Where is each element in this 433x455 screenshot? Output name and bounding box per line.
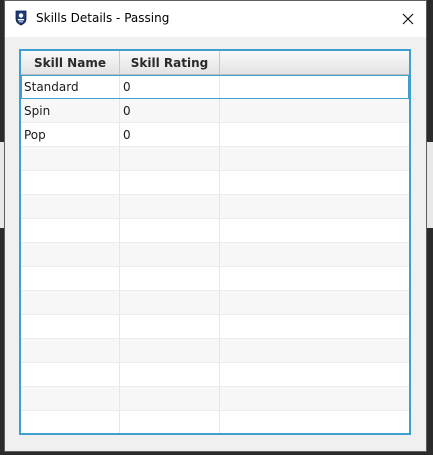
skill-rating-cell[interactable] xyxy=(120,291,220,314)
skill-rating-cell[interactable] xyxy=(120,147,220,170)
empty-table-row[interactable] xyxy=(21,339,409,363)
extra-cell[interactable] xyxy=(220,411,409,433)
extra-cell[interactable] xyxy=(220,243,409,266)
empty-table-row[interactable] xyxy=(21,219,409,243)
empty-table-row[interactable] xyxy=(21,363,409,387)
extra-cell[interactable] xyxy=(220,315,409,338)
skill-name-cell[interactable] xyxy=(21,363,120,386)
skill-rating-cell[interactable] xyxy=(120,315,220,338)
extra-cell[interactable] xyxy=(220,219,409,242)
close-button[interactable] xyxy=(394,5,422,33)
extra-cell[interactable] xyxy=(220,75,409,98)
extra-cell[interactable] xyxy=(220,195,409,218)
skill-name-cell[interactable] xyxy=(21,387,120,410)
extra-cell[interactable] xyxy=(220,291,409,314)
skill-name-cell[interactable] xyxy=(21,315,120,338)
skill-rating-cell[interactable] xyxy=(120,171,220,194)
skill-rating-cell[interactable] xyxy=(120,195,220,218)
column-header-skill-rating[interactable]: Skill Rating xyxy=(120,51,220,74)
table-row[interactable]: Pop 0 xyxy=(21,123,409,147)
extra-cell[interactable] xyxy=(220,123,409,146)
table-row[interactable]: Standard 0 xyxy=(21,75,409,99)
skills-details-dialog: Skills Details - Passing Skill Name Skil… xyxy=(4,0,427,452)
skill-rating-cell[interactable]: 0 xyxy=(120,99,220,122)
column-header-extra[interactable] xyxy=(220,51,409,74)
table-row[interactable]: Spin 0 xyxy=(21,99,409,123)
column-header-skill-name[interactable]: Skill Name xyxy=(21,51,120,74)
empty-table-row[interactable] xyxy=(21,291,409,315)
skill-name-cell[interactable] xyxy=(21,291,120,314)
skill-name-cell[interactable] xyxy=(21,411,120,433)
skill-rating-cell[interactable] xyxy=(120,267,220,290)
skill-rating-cell[interactable] xyxy=(120,339,220,362)
empty-table-row[interactable] xyxy=(21,387,409,411)
team-crest-icon xyxy=(13,10,29,26)
extra-cell[interactable] xyxy=(220,339,409,362)
extra-cell[interactable] xyxy=(220,387,409,410)
extra-cell[interactable] xyxy=(220,171,409,194)
skill-name-cell[interactable] xyxy=(21,219,120,242)
skill-rating-cell[interactable] xyxy=(120,387,220,410)
skill-rating-cell[interactable] xyxy=(120,243,220,266)
dialog-content: Skill Name Skill Rating Standard 0 Spin 0 Po… xyxy=(5,37,426,451)
skill-rating-cell[interactable] xyxy=(120,363,220,386)
skill-name-cell[interactable]: Spin xyxy=(21,99,120,122)
skill-rating-cell[interactable] xyxy=(120,411,220,433)
skill-rating-cell[interactable] xyxy=(120,219,220,242)
empty-table-row[interactable] xyxy=(21,315,409,339)
background-window-edge-right xyxy=(426,142,433,228)
empty-table-row[interactable] xyxy=(21,147,409,171)
skill-name-cell[interactable] xyxy=(21,243,120,266)
title-bar[interactable]: Skills Details - Passing xyxy=(5,1,426,37)
skill-name-cell[interactable] xyxy=(21,339,120,362)
extra-cell[interactable] xyxy=(220,99,409,122)
extra-cell[interactable] xyxy=(220,267,409,290)
empty-table-row[interactable] xyxy=(21,243,409,267)
extra-cell[interactable] xyxy=(220,147,409,170)
empty-table-row[interactable] xyxy=(21,171,409,195)
skill-name-cell[interactable] xyxy=(21,267,120,290)
close-icon xyxy=(402,13,414,25)
empty-table-row[interactable] xyxy=(21,267,409,291)
skill-name-cell[interactable] xyxy=(21,147,120,170)
skill-name-cell[interactable] xyxy=(21,171,120,194)
table-body: Standard 0 Spin 0 Pop 0 xyxy=(21,75,409,433)
skill-name-cell[interactable]: Standard xyxy=(21,75,120,98)
skill-name-cell[interactable]: Pop xyxy=(21,123,120,146)
skill-name-cell[interactable] xyxy=(21,195,120,218)
window-title: Skills Details - Passing xyxy=(36,11,170,25)
skill-rating-cell[interactable]: 0 xyxy=(120,123,220,146)
empty-table-row[interactable] xyxy=(21,411,409,433)
empty-table-row[interactable] xyxy=(21,195,409,219)
skill-rating-cell[interactable]: 0 xyxy=(120,75,220,98)
skills-table[interactable]: Skill Name Skill Rating Standard 0 Spin 0 Po… xyxy=(19,49,411,435)
table-header: Skill Name Skill Rating xyxy=(21,51,409,75)
extra-cell[interactable] xyxy=(220,363,409,386)
